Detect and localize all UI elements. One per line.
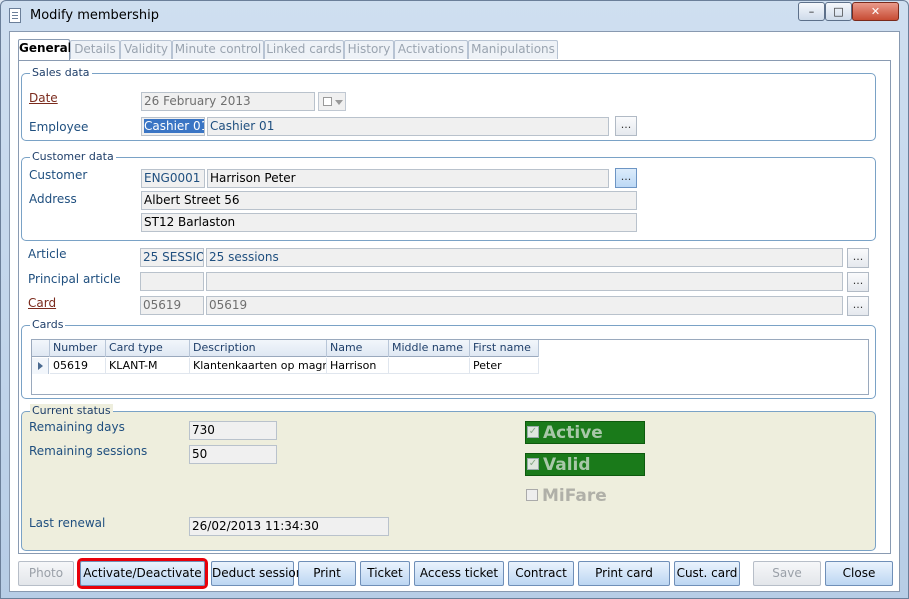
remaining-sessions-label: Remaining sessions xyxy=(29,444,148,458)
access-ticket-button[interactable]: Access ticket xyxy=(414,561,504,586)
activate-deactivate-button[interactable]: Activate/Deactivate xyxy=(77,558,208,589)
general-tab-page: Sales data Date 26 February 2013 Employe… xyxy=(18,60,891,554)
customer-label: Customer xyxy=(29,168,88,182)
customer-code-field[interactable]: ENG0001 xyxy=(141,169,205,188)
cell-first-name[interactable]: Peter xyxy=(470,358,539,374)
sales-data-legend: Sales data xyxy=(30,66,92,79)
customer-data-legend: Customer data xyxy=(30,150,116,163)
active-label: Active xyxy=(543,423,603,443)
column-number[interactable]: Number xyxy=(50,340,106,357)
employee-browse-button[interactable]: ... xyxy=(615,116,637,136)
calendar-icon xyxy=(323,97,332,106)
tab-activations[interactable]: Activations xyxy=(394,40,468,59)
tab-general[interactable]: General xyxy=(18,39,72,60)
chevron-down-icon xyxy=(335,100,343,105)
article-label: Article xyxy=(28,247,67,261)
mifare-checkbox[interactable]: MiFare xyxy=(525,485,645,508)
remaining-days-label: Remaining days xyxy=(29,420,125,434)
column-description[interactable]: Description xyxy=(190,340,327,357)
employee-label: Employee xyxy=(29,120,89,134)
employee-name-field[interactable]: Cashier 01 xyxy=(207,117,609,136)
last-renewal-field[interactable]: 26/02/2013 11:34:30 xyxy=(189,517,389,536)
employee-code-field[interactable]: Cashier 01 xyxy=(141,117,205,136)
tab-linked-cards[interactable]: Linked cards xyxy=(264,40,344,59)
cell-middle-name[interactable] xyxy=(389,358,470,374)
deduct-session-button[interactable]: Deduct session xyxy=(211,561,303,586)
article-code-field[interactable]: 25 SESSIONS xyxy=(140,248,204,267)
photo-button[interactable]: Photo xyxy=(18,561,74,586)
column-name[interactable]: Name xyxy=(327,340,389,357)
close-button[interactable]: Close xyxy=(825,561,893,586)
column-middle-name[interactable]: Middle name xyxy=(389,340,470,357)
tab-manipulations[interactable]: Manipulations xyxy=(468,40,558,59)
date-picker-button[interactable] xyxy=(318,92,346,111)
date-label: Date xyxy=(29,91,58,105)
document-icon xyxy=(9,8,21,23)
active-check-icon: ✓ xyxy=(527,426,539,438)
valid-check-icon: ✓ xyxy=(527,458,539,470)
contract-button[interactable]: Contract xyxy=(508,561,574,586)
card-name-field[interactable]: 05619 xyxy=(206,296,843,315)
cell-number[interactable]: 05619 xyxy=(50,358,106,374)
active-checkbox[interactable]: ✓ Active xyxy=(525,421,645,444)
principal-article-code-field[interactable] xyxy=(140,272,204,291)
remaining-sessions-field[interactable]: 50 xyxy=(189,445,277,464)
window-title: Modify membership xyxy=(30,8,160,23)
cell-card-type[interactable]: KLANT-M xyxy=(106,358,190,374)
principal-article-name-field[interactable] xyxy=(206,272,843,291)
current-status-legend: Current status xyxy=(30,404,113,417)
dialog-client-area: General Details Validity Minute control … xyxy=(9,31,900,592)
cell-description[interactable]: Klantenkaarten op magn... xyxy=(190,358,327,374)
tab-details[interactable]: Details xyxy=(70,40,120,59)
principal-article-browse-button[interactable]: ... xyxy=(847,272,869,292)
cust-card-button[interactable]: Cust. card xyxy=(674,561,740,586)
cards-grid[interactable]: Number Card type Description Name Middle… xyxy=(31,339,869,395)
cards-group: Cards Number Card type Description Name … xyxy=(21,318,876,399)
cards-legend: Cards xyxy=(30,318,66,331)
sales-data-group: Sales data Date 26 February 2013 Employe… xyxy=(21,66,876,141)
customer-browse-button[interactable]: ... xyxy=(615,168,637,188)
tab-minute-control[interactable]: Minute control xyxy=(172,40,264,59)
title-bar[interactable]: Modify membership – □ ✕ xyxy=(1,1,908,31)
principal-article-label: Principal article xyxy=(28,272,121,286)
print-button[interactable]: Print xyxy=(298,561,356,586)
cards-grid-header: Number Card type Description Name Middle… xyxy=(32,340,539,357)
close-window-button[interactable]: ✕ xyxy=(852,2,899,21)
minimize-button[interactable]: – xyxy=(798,2,825,21)
customer-data-group: Customer data Customer ENG0001 Harrison … xyxy=(21,150,876,241)
ticket-button[interactable]: Ticket xyxy=(360,561,410,586)
save-button[interactable]: Save xyxy=(753,561,821,586)
last-renewal-label: Last renewal xyxy=(29,516,106,530)
tab-history[interactable]: History xyxy=(344,40,394,59)
cell-name[interactable]: Harrison xyxy=(327,358,389,374)
modify-membership-window: Modify membership – □ ✕ General Details … xyxy=(0,0,909,599)
valid-checkbox[interactable]: ✓ Valid xyxy=(525,453,645,476)
card-code-field[interactable]: 05619 xyxy=(140,296,204,315)
column-card-type[interactable]: Card type xyxy=(106,340,190,357)
valid-label: Valid xyxy=(543,455,591,475)
remaining-days-field[interactable]: 730 xyxy=(189,421,277,440)
tab-validity[interactable]: Validity xyxy=(120,40,172,59)
maximize-button[interactable]: □ xyxy=(825,2,852,21)
article-browse-button[interactable]: ... xyxy=(847,248,869,268)
current-status-group: Current status Remaining days 730 Remain… xyxy=(21,404,876,551)
column-first-name[interactable]: First name xyxy=(470,340,539,357)
grid-indicator-header xyxy=(32,340,50,357)
address-label: Address xyxy=(29,192,77,206)
mifare-label: MiFare xyxy=(542,486,607,506)
print-card-button[interactable]: Print card xyxy=(578,561,670,586)
address-line2-field[interactable]: ST12 Barlaston xyxy=(141,213,637,232)
card-browse-button[interactable]: ... xyxy=(847,296,869,316)
current-row-indicator-icon xyxy=(32,358,49,374)
card-label: Card xyxy=(28,296,57,310)
employee-code-text: Cashier 01 xyxy=(144,119,204,133)
date-field[interactable]: 26 February 2013 xyxy=(141,92,315,111)
address-line1-field[interactable]: Albert Street 56 xyxy=(141,191,637,210)
article-name-field[interactable]: 25 sessions xyxy=(206,248,843,267)
mifare-check-icon xyxy=(526,489,538,501)
customer-name-field[interactable]: Harrison Peter xyxy=(207,169,609,188)
